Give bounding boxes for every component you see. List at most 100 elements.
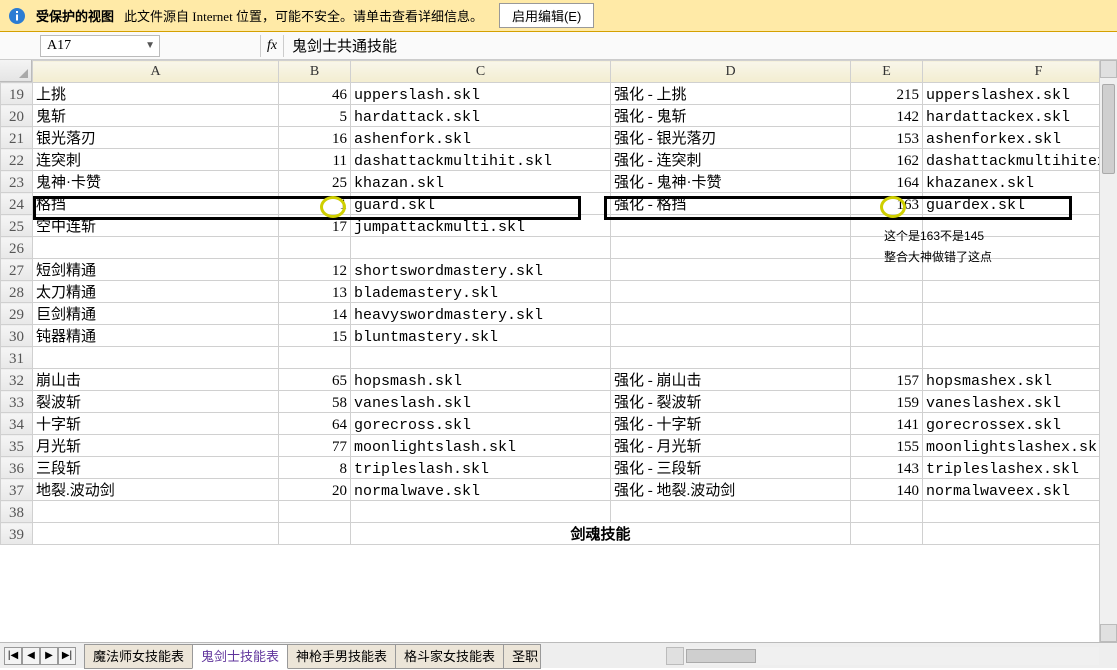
cell[interactable]: 46 xyxy=(279,83,351,105)
cell[interactable]: 153 xyxy=(851,127,923,149)
cell[interactable]: guard.skl xyxy=(351,193,611,215)
cell[interactable]: 强化 - 地裂.波动剑 xyxy=(611,479,851,501)
row-header[interactable]: 35 xyxy=(1,435,33,457)
enable-editing-button[interactable]: 启用编辑(E) xyxy=(499,3,594,28)
cell[interactable]: moonlightslashex.skl xyxy=(923,435,1117,457)
cell[interactable] xyxy=(611,259,851,281)
cell[interactable]: 连突刺 xyxy=(33,149,279,171)
cell[interactable]: 141 xyxy=(851,413,923,435)
row-header[interactable]: 37 xyxy=(1,479,33,501)
cell[interactable]: normalwaveex.skl xyxy=(923,479,1117,501)
cell[interactable] xyxy=(923,325,1117,347)
cell[interactable]: 25 xyxy=(279,171,351,193)
cell[interactable] xyxy=(351,237,611,259)
cell[interactable]: 8 xyxy=(279,457,351,479)
sheet-tab[interactable]: 神枪手男技能表 xyxy=(287,644,396,669)
cell[interactable] xyxy=(923,281,1117,303)
cell[interactable]: 16 xyxy=(279,127,351,149)
sheet-tab[interactable]: 鬼剑士技能表 xyxy=(192,644,288,669)
col-header[interactable]: C xyxy=(351,61,611,83)
cell[interactable]: 裂波斩 xyxy=(33,391,279,413)
cell[interactable]: 强化 - 裂波斩 xyxy=(611,391,851,413)
cell[interactable]: 215 xyxy=(851,83,923,105)
cell[interactable]: 20 xyxy=(279,479,351,501)
cell[interactable]: jumpattackmulti.skl xyxy=(351,215,611,237)
cell[interactable]: hardattackex.skl xyxy=(923,105,1117,127)
row-header[interactable]: 36 xyxy=(1,457,33,479)
table-row[interactable]: 38 xyxy=(1,501,1117,523)
cell[interactable]: 强化 - 连突刺 xyxy=(611,149,851,171)
cell[interactable]: 十字斩 xyxy=(33,413,279,435)
cell[interactable]: ashenfork.skl xyxy=(351,127,611,149)
cell[interactable] xyxy=(611,281,851,303)
cell[interactable]: 159 xyxy=(851,391,923,413)
cell[interactable]: dashattackmultihit.skl xyxy=(351,149,611,171)
cell[interactable] xyxy=(923,501,1117,523)
cell[interactable]: 崩山击 xyxy=(33,369,279,391)
cell[interactable] xyxy=(351,347,611,369)
cell[interactable] xyxy=(611,325,851,347)
cell[interactable]: 太刀精通 xyxy=(33,281,279,303)
cell[interactable]: 巨剑精通 xyxy=(33,303,279,325)
row-header[interactable]: 27 xyxy=(1,259,33,281)
cell[interactable]: 强化 - 三段斩 xyxy=(611,457,851,479)
cell[interactable] xyxy=(851,501,923,523)
table-row[interactable]: 33裂波斩58vaneslash.skl强化 - 裂波斩159vaneslash… xyxy=(1,391,1117,413)
cell[interactable]: hopsmashex.skl xyxy=(923,369,1117,391)
cell[interactable]: normalwave.skl xyxy=(351,479,611,501)
tab-nav-first[interactable]: |◀ xyxy=(4,647,22,665)
table-row[interactable]: 34十字斩64gorecross.skl强化 - 十字斩141gorecross… xyxy=(1,413,1117,435)
cell[interactable]: heavyswordmastery.skl xyxy=(351,303,611,325)
cell[interactable]: 钝器精通 xyxy=(33,325,279,347)
row-header[interactable]: 20 xyxy=(1,105,33,127)
cell[interactable]: 140 xyxy=(851,479,923,501)
cell[interactable]: 15 xyxy=(279,325,351,347)
cell[interactable]: upperslashex.skl xyxy=(923,83,1117,105)
cell[interactable]: 77 xyxy=(279,435,351,457)
table-row[interactable]: 37地裂.波动剑20normalwave.skl强化 - 地裂.波动剑140no… xyxy=(1,479,1117,501)
cell[interactable] xyxy=(33,523,279,545)
cell[interactable]: 1 xyxy=(279,193,351,215)
table-row[interactable]: 22连突刺11dashattackmultihit.skl强化 - 连突刺162… xyxy=(1,149,1117,171)
cell[interactable]: tripleslash.skl xyxy=(351,457,611,479)
row-header[interactable]: 34 xyxy=(1,413,33,435)
cell[interactable]: 143 xyxy=(851,457,923,479)
cell[interactable]: khazanex.skl xyxy=(923,171,1117,193)
cell[interactable]: tripleslashex.skl xyxy=(923,457,1117,479)
horizontal-scrollbar[interactable] xyxy=(666,647,1099,665)
cell[interactable]: 强化 - 月光斩 xyxy=(611,435,851,457)
cell[interactable]: 14 xyxy=(279,303,351,325)
row-header[interactable]: 33 xyxy=(1,391,33,413)
cell[interactable] xyxy=(923,523,1117,545)
scroll-up-button[interactable] xyxy=(1100,60,1117,78)
cell[interactable]: 5 xyxy=(279,105,351,127)
row-header[interactable]: 30 xyxy=(1,325,33,347)
cell[interactable]: 剑魂技能 xyxy=(351,523,851,545)
cell[interactable]: dashattackmultihitex xyxy=(923,149,1117,171)
cell[interactable]: 月光斩 xyxy=(33,435,279,457)
cell[interactable] xyxy=(33,237,279,259)
spreadsheet-grid[interactable]: A B C D E F 19上挑46upperslash.skl强化 - 上挑2… xyxy=(0,60,1117,545)
row-header[interactable]: 21 xyxy=(1,127,33,149)
cell[interactable] xyxy=(33,347,279,369)
cell[interactable]: 强化 - 上挑 xyxy=(611,83,851,105)
cell[interactable]: gorecrossex.skl xyxy=(923,413,1117,435)
col-header[interactable]: F xyxy=(923,61,1117,83)
cell[interactable]: 155 xyxy=(851,435,923,457)
sheet-tab[interactable]: 魔法师女技能表 xyxy=(84,644,193,669)
row-header[interactable]: 31 xyxy=(1,347,33,369)
row-header[interactable]: 28 xyxy=(1,281,33,303)
cell[interactable] xyxy=(279,237,351,259)
cell[interactable]: 强化 - 银光落刃 xyxy=(611,127,851,149)
row-header[interactable]: 26 xyxy=(1,237,33,259)
cell[interactable] xyxy=(33,501,279,523)
cell[interactable] xyxy=(611,501,851,523)
cell[interactable]: vaneslashex.skl xyxy=(923,391,1117,413)
table-row[interactable]: 28太刀精通13blademastery.skl xyxy=(1,281,1117,303)
table-row[interactable]: 19上挑46upperslash.skl强化 - 上挑215upperslash… xyxy=(1,83,1117,105)
cell[interactable]: 65 xyxy=(279,369,351,391)
table-row[interactable]: 20鬼斩5hardattack.skl强化 - 鬼斩142hardattacke… xyxy=(1,105,1117,127)
row-header[interactable]: 24 xyxy=(1,193,33,215)
fx-label[interactable]: fx xyxy=(260,35,284,57)
table-row[interactable]: 39剑魂技能 xyxy=(1,523,1117,545)
